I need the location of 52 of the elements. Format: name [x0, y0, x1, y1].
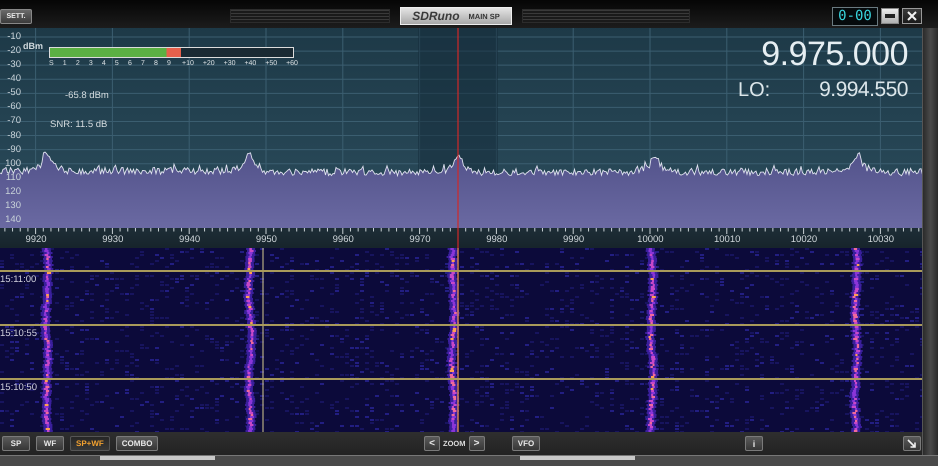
frequency-label: 9980	[486, 234, 508, 245]
frequency-label: 9940	[179, 234, 200, 245]
db-scale-label: 140	[5, 213, 21, 228]
app-logo: SDRuno	[412, 9, 460, 23]
db-scale-label: 130	[5, 198, 21, 213]
minimize-icon	[885, 14, 895, 18]
frequency-label: 9950	[256, 234, 277, 245]
signal-level-reading: -65.8 dBm	[65, 90, 109, 101]
frequency-label: 10030	[868, 234, 894, 245]
frequency-label: 10010	[714, 234, 740, 245]
db-scale-label: -50	[7, 86, 21, 100]
db-scale-label: 100	[5, 156, 21, 171]
view-mode-tab[interactable]: SP+WF	[70, 436, 110, 451]
frequency-display: 9.975.000	[761, 36, 908, 72]
scrollbar[interactable]	[922, 28, 938, 455]
resize-arrow-icon	[907, 438, 917, 448]
db-scale-label: 120	[5, 184, 21, 199]
frequency-label: 9920	[25, 234, 47, 245]
frequency-label: 9990	[563, 234, 584, 245]
lo-frequency: 9.994.550	[819, 78, 908, 102]
db-scale-label: -90	[7, 142, 21, 157]
zoom-out-button[interactable]: <	[424, 436, 440, 451]
frequency-label: 9960	[332, 234, 354, 245]
frequency-label: 9930	[102, 234, 124, 245]
resize-button[interactable]	[903, 436, 921, 451]
db-scale-label: -10	[7, 30, 21, 44]
zoom-in-button[interactable]: >	[468, 436, 484, 451]
minimize-button[interactable]	[881, 8, 899, 24]
frequency-label: 10000	[637, 234, 664, 245]
frequency-label: 10020	[790, 234, 818, 245]
close-button[interactable]	[902, 8, 922, 24]
db-scale-label: 110	[6, 170, 21, 185]
snr-reading: SNR: 11.5 dB	[50, 119, 108, 130]
time-label: 15:11:00	[0, 274, 36, 284]
db-scale-label: -80	[7, 128, 21, 143]
db-scale-label: -60	[7, 100, 21, 114]
db-scale-label: -70	[7, 114, 21, 128]
close-icon	[907, 11, 917, 21]
time-label: 15:10:55	[0, 328, 37, 338]
db-scale-label: -40	[7, 72, 21, 86]
db-scale-label: -30	[7, 58, 21, 72]
unit-label: dBm	[23, 41, 43, 51]
lo-label: LO:	[738, 79, 770, 102]
channel-display: 0-00	[832, 6, 878, 26]
vfo-button[interactable]: VFO	[512, 436, 540, 451]
view-mode-tab[interactable]: COMBO	[116, 436, 158, 451]
db-scale-label: -20	[7, 44, 21, 58]
info-button[interactable]: i	[745, 436, 763, 451]
frequency-label: 9970	[409, 234, 431, 245]
view-mode-tab[interactable]: SP	[2, 436, 30, 451]
view-mode-tab[interactable]: WF	[36, 436, 64, 451]
time-label: 15:10:50	[0, 382, 37, 392]
